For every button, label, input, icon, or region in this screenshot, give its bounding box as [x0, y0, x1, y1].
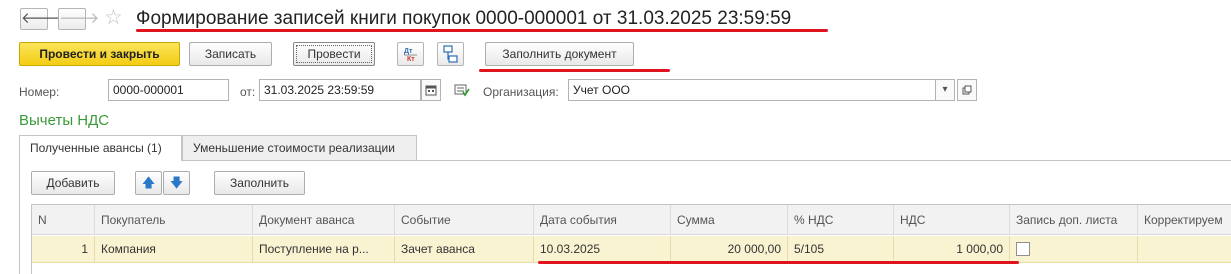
section-title-vat-deductions: Вычеты НДС — [19, 112, 110, 129]
column-header[interactable]: Событие — [395, 205, 534, 234]
column-header[interactable]: НДС — [894, 205, 1010, 234]
fill-document-button[interactable]: Заполнить документ — [485, 42, 634, 66]
back-button[interactable]: 🡐 — [20, 8, 61, 30]
arrow-right-icon: 🡒 — [59, 10, 100, 27]
cell-event[interactable]: Зачет аванса — [395, 236, 534, 262]
dt-kt-button[interactable]: Дт Кт — [397, 42, 424, 66]
date-field[interactable]: 31.03.2025 23:59:59 — [259, 79, 421, 101]
date-label: от: — [240, 85, 256, 99]
dt-kt-icon: Дт Кт — [404, 48, 417, 63]
svg-text:Дт: Дт — [404, 48, 413, 55]
fill-table-button[interactable]: Заполнить — [214, 171, 305, 195]
organization-label: Организация: — [483, 85, 559, 99]
cell-amount[interactable]: 20 000,00 — [671, 236, 788, 262]
tab-sales-cost-reduction[interactable]: Уменьшение стоимости реализации — [182, 135, 417, 160]
organization-open-button[interactable] — [957, 79, 977, 101]
forward-button[interactable]: 🡒 — [58, 8, 99, 30]
calendar-button[interactable] — [421, 79, 441, 101]
cell-vat[interactable]: 1 000,00 — [894, 236, 1010, 262]
table-header: N Покупатель Документ аванса Событие Дат… — [32, 205, 1231, 235]
cell-vat-rate[interactable]: 5/105 — [788, 236, 894, 262]
annotation-underline-title — [136, 29, 828, 32]
column-header[interactable]: % НДС — [788, 205, 894, 234]
organization-field[interactable]: Учет ООО — [568, 79, 936, 101]
cell-advance-document[interactable]: Поступление на р... — [253, 236, 395, 262]
column-header[interactable]: Корректируем — [1138, 205, 1231, 234]
chevron-down-icon: ▾ — [942, 84, 948, 95]
cell-buyer[interactable]: Компания — [95, 236, 253, 262]
column-header[interactable]: N — [32, 205, 95, 234]
table-row[interactable]: 1 Компания Поступление на р... Зачет ава… — [32, 236, 1231, 263]
number-field[interactable]: 0000-000001 — [108, 79, 229, 101]
arrow-up-icon: 🡅 — [141, 175, 156, 190]
annotation-underline-row — [538, 261, 1019, 264]
save-button[interactable]: Записать — [189, 42, 272, 66]
arrow-left-icon: 🡐 — [21, 10, 62, 27]
calendar-icon — [425, 85, 437, 96]
svg-text:Кт: Кт — [407, 56, 415, 63]
cell-adjusted[interactable] — [1138, 236, 1231, 262]
post-button[interactable]: Провести — [293, 42, 375, 66]
post-and-close-button[interactable]: Провести и закрыть — [19, 42, 180, 66]
cell-additional-sheet — [1010, 236, 1138, 262]
organization-dropdown-button[interactable]: ▾ — [935, 79, 955, 101]
column-header[interactable]: Покупатель — [95, 205, 253, 234]
arrow-down-icon: 🡇 — [169, 175, 184, 190]
favorite-star-icon[interactable]: ☆ — [104, 6, 123, 30]
tab-received-advances[interactable]: Полученные авансы (1) — [19, 135, 182, 161]
structure-icon — [443, 45, 458, 63]
move-up-button[interactable]: 🡅 — [135, 171, 162, 195]
column-header[interactable]: Запись доп. листа — [1010, 205, 1138, 234]
post-status-icon — [454, 83, 470, 100]
structure-button[interactable] — [437, 42, 464, 66]
cell-number: 1 — [32, 236, 95, 262]
additional-sheet-checkbox[interactable] — [1016, 241, 1030, 256]
column-header[interactable]: Документ аванса — [253, 205, 395, 234]
page-title: Формирование записей книги покупок 0000-… — [136, 8, 792, 29]
move-down-button[interactable]: 🡇 — [163, 171, 190, 195]
cell-event-date[interactable]: 10.03.2025 — [534, 236, 671, 262]
open-link-icon — [962, 85, 972, 95]
column-header[interactable]: Дата события — [534, 205, 671, 234]
number-label: Номер: — [19, 85, 60, 99]
add-row-button[interactable]: Добавить — [31, 171, 115, 195]
annotation-underline-fill — [479, 69, 670, 72]
column-header[interactable]: Сумма — [671, 205, 788, 234]
